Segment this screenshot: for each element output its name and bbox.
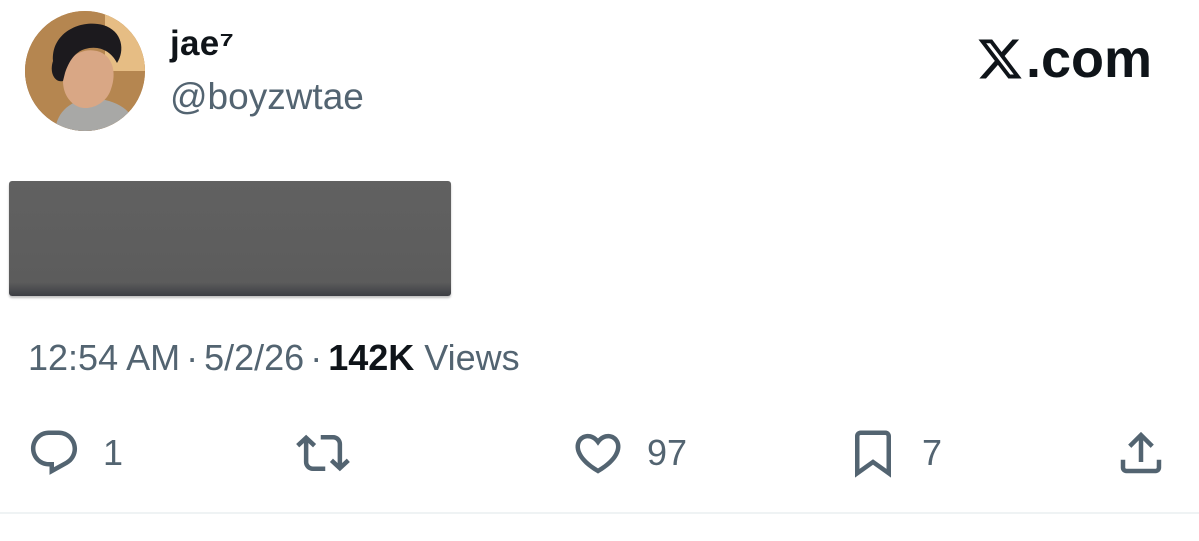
bookmark-button[interactable]: 7 <box>846 425 942 481</box>
meta-separator: · <box>186 337 199 378</box>
views-label: Views <box>424 337 520 378</box>
retweet-icon <box>296 434 350 472</box>
tweet-card: jae⁷ @boyzwtae .com 12:54 AM · 5/2/26 · 142K… <box>0 0 1199 541</box>
reply-icon <box>30 430 78 475</box>
share-icon <box>1120 431 1162 474</box>
tweet-time[interactable]: 12:54 AM <box>28 337 180 378</box>
meta-separator: · <box>310 337 323 378</box>
heart-icon <box>575 433 621 474</box>
brand-logo: .com <box>976 28 1152 90</box>
tweet-date[interactable]: 5/2/26 <box>204 337 304 378</box>
brand-domain: com <box>1040 29 1152 89</box>
views-count: 142K <box>328 337 415 378</box>
brand-text: .com <box>1025 29 1152 89</box>
reply-button[interactable]: 1 <box>27 425 123 481</box>
like-button[interactable]: 97 <box>571 425 687 481</box>
tweet-meta: 12:54 AM · 5/2/26 · 142K Views <box>28 337 520 379</box>
display-name[interactable]: jae⁷ <box>170 24 234 64</box>
user-handle[interactable]: @boyzwtae <box>170 76 364 118</box>
x-logo-icon <box>978 39 1022 79</box>
like-count: 97 <box>647 432 688 473</box>
reply-count: 1 <box>103 432 124 473</box>
retweet-button[interactable] <box>296 425 350 481</box>
profile-photo-icon <box>25 11 145 131</box>
avatar[interactable] <box>25 11 145 131</box>
bookmark-count: 7 <box>922 432 943 473</box>
divider <box>0 512 1199 514</box>
share-button[interactable] <box>1114 425 1168 481</box>
redacted-content <box>9 181 451 296</box>
bookmark-icon <box>855 430 891 478</box>
